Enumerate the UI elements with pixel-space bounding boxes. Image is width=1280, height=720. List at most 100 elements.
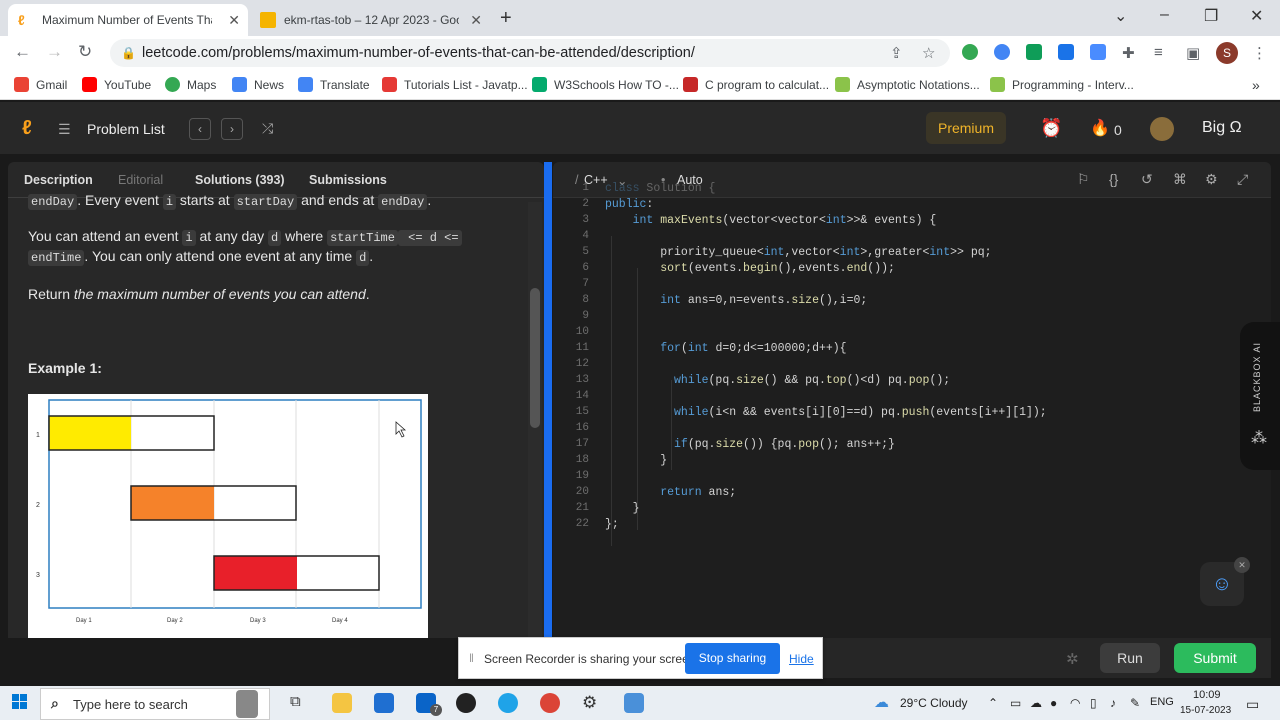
line-number: 5 — [582, 246, 589, 258]
browser-tab-sheets[interactable]: ekm-rtas-tob – 12 Apr 2023 - Goog ✕ — [250, 4, 490, 36]
premium-button[interactable]: Premium — [926, 112, 1006, 144]
description-scrollbar[interactable] — [528, 202, 542, 638]
line-number: 1 — [582, 182, 589, 194]
example-diagram: 1 2 3 Day 1 Day 2 Day 3 Day 4 — [36, 399, 422, 624]
streak-fire-icon[interactable]: 🔥 — [1090, 118, 1110, 138]
share-icon[interactable]: ⇪ — [890, 44, 903, 62]
extension-sheets-icon[interactable] — [1026, 44, 1042, 60]
tray-cloud-icon[interactable]: ☁ — [1030, 696, 1042, 710]
problem-list-link[interactable]: Problem List — [87, 121, 165, 137]
bookmark-programming[interactable]: Programming - Interv... — [990, 77, 1134, 92]
bookmark-translate[interactable]: Translate — [298, 77, 370, 92]
side-panel-icon[interactable]: ▣ — [1186, 44, 1200, 62]
bookmark-maps[interactable]: Maps — [165, 77, 216, 92]
clock-date[interactable]: 15-07-2023 — [1180, 705, 1231, 716]
panel-resize-handle[interactable] — [544, 162, 552, 638]
leetcode-logo-icon[interactable]: ℓ — [22, 117, 32, 140]
tray-wifi-icon[interactable]: ◠ — [1070, 696, 1080, 710]
debug-bug-icon[interactable]: ✲ — [1066, 650, 1079, 668]
prev-problem-button[interactable]: ‹ — [189, 118, 211, 140]
shuffle-icon[interactable]: ⤮ — [262, 120, 273, 137]
screen-share-bar: ‖ Screen Recorder is sharing your screen… — [458, 637, 823, 679]
scrollbar-thumb[interactable] — [530, 288, 540, 428]
event-2-fill — [131, 486, 214, 520]
user-avatar[interactable] — [1150, 117, 1174, 141]
extension-screen-icon[interactable] — [1090, 44, 1106, 60]
next-problem-button[interactable]: › — [221, 118, 243, 140]
settings-taskbar-icon[interactable]: ⚙ — [582, 693, 602, 713]
bookmarks-overflow-icon[interactable]: » — [1252, 77, 1260, 93]
close-tab-icon[interactable]: ✕ — [470, 12, 482, 29]
minimize-icon[interactable]: – — [1160, 6, 1169, 24]
close-tab-icon[interactable]: ✕ — [228, 12, 240, 29]
settings-gear-icon[interactable]: ⚙ — [1205, 171, 1218, 188]
media-icon[interactable]: ≡ — [1154, 44, 1163, 61]
hide-link[interactable]: Hide — [789, 652, 814, 666]
bookmark-c-program[interactable]: C program to calculat... — [683, 77, 829, 92]
file-explorer-icon[interactable] — [332, 693, 352, 713]
reset-icon[interactable]: ↺ — [1141, 171, 1153, 188]
chrome-icon[interactable] — [540, 693, 560, 713]
edge-icon[interactable] — [498, 693, 518, 713]
timer-icon[interactable]: ⏰ — [1040, 118, 1062, 139]
close-window-icon[interactable]: ✕ — [1250, 6, 1263, 26]
maps-pin-icon — [165, 77, 180, 92]
extension-t-icon[interactable] — [1058, 44, 1074, 60]
back-arrow-icon[interactable]: ← — [14, 42, 31, 62]
tray-chevron-icon[interactable]: ⌃ — [988, 696, 998, 710]
close-chat-icon[interactable]: ✕ — [1234, 557, 1250, 573]
tab-search-chevron-icon[interactable]: ⌄ — [1114, 6, 1127, 26]
language-indicator[interactable]: ENG — [1150, 696, 1174, 708]
bookmark-asymptotic[interactable]: Asymptotic Notations... — [835, 77, 980, 92]
notification-icon[interactable]: ▭ — [1246, 696, 1259, 713]
tray-pen-icon[interactable]: ✎ — [1130, 696, 1140, 710]
kebab-menu-icon[interactable]: ⋮ — [1252, 44, 1267, 62]
omnibox[interactable]: 🔒 leetcode.com/problems/maximum-number-o… — [110, 39, 950, 67]
tab-solutions[interactable]: Solutions (393) — [195, 173, 285, 187]
extension-green-icon[interactable] — [962, 44, 978, 60]
new-tab-plus-icon[interactable]: + — [500, 7, 512, 30]
weather-cloud-icon: ☁ — [874, 694, 889, 711]
reload-icon[interactable]: ↻ — [78, 42, 92, 62]
bookmark-icon[interactable]: ⚐ — [1077, 171, 1090, 188]
bookmark-w3schools[interactable]: W3Schools How TO -... — [532, 77, 679, 92]
weather-text[interactable]: 29°C Cloudy — [900, 696, 968, 710]
shortcuts-icon[interactable]: ⌘ — [1173, 171, 1187, 188]
store-icon[interactable] — [374, 693, 394, 713]
bookmark-star-icon[interactable]: ☆ — [922, 44, 935, 62]
extensions-puzzle-icon[interactable]: ✚ — [1122, 44, 1135, 62]
stop-sharing-button[interactable]: Stop sharing — [685, 643, 780, 674]
fullscreen-icon[interactable]: ⤢ — [1237, 171, 1248, 188]
browser-tab-leetcode[interactable]: ℓ Maximum Number of Events That C ✕ — [8, 4, 248, 36]
bookmark-youtube[interactable]: YouTube — [82, 77, 151, 92]
screen-recorder-icon[interactable] — [624, 693, 644, 713]
bookmark-news[interactable]: News — [232, 77, 284, 92]
clock-time[interactable]: 10:09 — [1193, 689, 1221, 701]
tray-battery-icon[interactable]: ▯ — [1090, 696, 1097, 710]
tray-mic-icon[interactable]: ● — [1050, 696, 1057, 710]
run-button[interactable]: Run — [1100, 643, 1160, 673]
extension-blue-icon[interactable] — [994, 44, 1010, 60]
line-number: 8 — [582, 294, 589, 306]
forward-arrow-icon[interactable]: → — [46, 42, 63, 62]
dell-icon[interactable] — [456, 693, 476, 713]
tab-editorial[interactable]: Editorial — [118, 173, 163, 187]
drag-handle-icon[interactable]: ‖ — [469, 651, 474, 665]
format-braces-icon[interactable]: {} — [1109, 171, 1118, 187]
blackbox-ai-widget[interactable]: BLACKBOX AI ⁂ — [1240, 322, 1280, 470]
task-view-icon[interactable]: ⧉ — [290, 693, 310, 713]
youtube-icon — [82, 77, 97, 92]
bookmark-gmail[interactable]: Gmail — [14, 77, 67, 92]
submit-button[interactable]: Submit — [1174, 643, 1256, 673]
windows-start-icon[interactable] — [12, 694, 28, 710]
tab-description[interactable]: Description — [24, 173, 93, 187]
profile-avatar[interactable]: S — [1216, 42, 1238, 64]
maximize-icon[interactable]: ❐ — [1204, 6, 1218, 26]
tab-submissions[interactable]: Submissions — [309, 173, 387, 187]
tray-volume-icon[interactable]: ♪ — [1110, 696, 1116, 710]
code-line: priority_queue<int,vector<int>,greater<i… — [605, 246, 992, 259]
bookmark-javatpoint[interactable]: Tutorials List - Javatp... — [382, 77, 528, 92]
tray-network-icon[interactable]: ▭ — [1010, 696, 1021, 710]
problem-list-icon[interactable]: ☰ — [58, 121, 71, 138]
code-area[interactable]: 1 class Solution {2 public: 3 int maxEvents… — [553, 182, 1271, 638]
